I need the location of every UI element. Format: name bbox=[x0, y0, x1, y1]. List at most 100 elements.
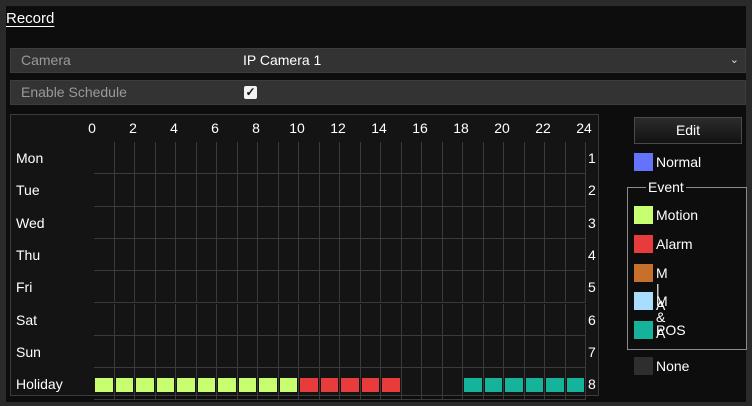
schedule-cell[interactable] bbox=[422, 174, 443, 207]
schedule-cell[interactable] bbox=[545, 271, 566, 304]
schedule-cell[interactable] bbox=[237, 303, 258, 336]
schedule-cell[interactable] bbox=[422, 368, 443, 401]
schedule-cell[interactable] bbox=[319, 142, 340, 175]
schedule-cell[interactable] bbox=[340, 238, 361, 272]
schedule-cell[interactable] bbox=[381, 174, 402, 207]
schedule-cell[interactable] bbox=[114, 238, 135, 272]
schedule-cell[interactable] bbox=[340, 206, 361, 239]
schedule-cell[interactable] bbox=[196, 174, 217, 207]
schedule-cell[interactable] bbox=[524, 206, 545, 239]
schedule-cell[interactable] bbox=[483, 368, 504, 401]
schedule-cell[interactable] bbox=[340, 335, 361, 369]
schedule-cell[interactable] bbox=[258, 142, 279, 175]
schedule-cell[interactable] bbox=[504, 142, 525, 175]
schedule-cell[interactable] bbox=[360, 174, 381, 207]
schedule-cell[interactable] bbox=[299, 174, 320, 207]
schedule-cell[interactable] bbox=[299, 142, 320, 175]
schedule-cell[interactable] bbox=[217, 335, 238, 369]
schedule-cell[interactable] bbox=[401, 142, 422, 175]
schedule-cell[interactable] bbox=[483, 335, 504, 369]
schedule-cell[interactable] bbox=[114, 174, 135, 207]
schedule-cell[interactable] bbox=[401, 174, 422, 207]
schedule-cell[interactable] bbox=[340, 368, 361, 401]
schedule-cell[interactable] bbox=[340, 303, 361, 336]
schedule-cell[interactable] bbox=[196, 303, 217, 336]
schedule-cell[interactable] bbox=[217, 142, 238, 175]
schedule-cell[interactable] bbox=[278, 206, 299, 239]
schedule-cell[interactable] bbox=[135, 206, 156, 239]
schedule-cell[interactable] bbox=[299, 271, 320, 304]
schedule-cell[interactable] bbox=[463, 271, 484, 304]
schedule-cell[interactable] bbox=[135, 271, 156, 304]
schedule-cell[interactable] bbox=[114, 206, 135, 239]
enable-schedule-checkbox[interactable]: ✓ bbox=[244, 86, 257, 99]
schedule-cell[interactable] bbox=[565, 368, 586, 401]
schedule-cell[interactable] bbox=[381, 238, 402, 272]
schedule-cell[interactable] bbox=[360, 142, 381, 175]
schedule-cell[interactable] bbox=[401, 271, 422, 304]
schedule-cell[interactable] bbox=[442, 271, 463, 304]
schedule-cell[interactable] bbox=[422, 238, 443, 272]
camera-select[interactable]: Camera IP Camera 1 ⌄ bbox=[10, 48, 746, 73]
schedule-cell[interactable] bbox=[176, 206, 197, 239]
schedule-cell[interactable] bbox=[319, 206, 340, 239]
schedule-cell[interactable] bbox=[196, 271, 217, 304]
schedule-cell[interactable] bbox=[94, 142, 115, 175]
schedule-cell[interactable] bbox=[299, 368, 320, 401]
schedule-cell[interactable] bbox=[524, 142, 545, 175]
schedule-cell[interactable] bbox=[155, 271, 176, 304]
schedule-cell[interactable] bbox=[422, 303, 443, 336]
schedule-cell[interactable] bbox=[442, 303, 463, 336]
schedule-cell[interactable] bbox=[196, 142, 217, 175]
schedule-cell[interactable] bbox=[381, 142, 402, 175]
schedule-cell[interactable] bbox=[176, 142, 197, 175]
schedule-cell[interactable] bbox=[565, 335, 586, 369]
schedule-cell[interactable] bbox=[463, 142, 484, 175]
schedule-cell[interactable] bbox=[422, 206, 443, 239]
schedule-cell[interactable] bbox=[524, 335, 545, 369]
schedule-cell[interactable] bbox=[360, 271, 381, 304]
schedule-cell[interactable] bbox=[401, 368, 422, 401]
schedule-cell[interactable] bbox=[504, 174, 525, 207]
schedule-cell[interactable] bbox=[94, 335, 115, 369]
schedule-cell[interactable] bbox=[299, 303, 320, 336]
schedule-cell[interactable] bbox=[237, 335, 258, 369]
schedule-cell[interactable] bbox=[258, 271, 279, 304]
schedule-cell[interactable] bbox=[319, 335, 340, 369]
schedule-cell[interactable] bbox=[545, 368, 566, 401]
schedule-cell[interactable] bbox=[299, 238, 320, 272]
schedule-cell[interactable] bbox=[524, 271, 545, 304]
schedule-cell[interactable] bbox=[504, 335, 525, 369]
schedule-cell[interactable] bbox=[155, 368, 176, 401]
schedule-cell[interactable] bbox=[545, 335, 566, 369]
schedule-cell[interactable] bbox=[176, 238, 197, 272]
schedule-cell[interactable] bbox=[176, 271, 197, 304]
schedule-cell[interactable] bbox=[94, 271, 115, 304]
schedule-cell[interactable] bbox=[401, 206, 422, 239]
schedule-cell[interactable] bbox=[94, 174, 115, 207]
schedule-cell[interactable] bbox=[258, 174, 279, 207]
schedule-cell[interactable] bbox=[422, 335, 443, 369]
schedule-cell[interactable] bbox=[237, 206, 258, 239]
schedule-cell[interactable] bbox=[463, 238, 484, 272]
schedule-cell[interactable] bbox=[196, 206, 217, 239]
schedule-cell[interactable] bbox=[360, 206, 381, 239]
schedule-cell[interactable] bbox=[237, 238, 258, 272]
schedule-cell[interactable] bbox=[237, 174, 258, 207]
schedule-cell[interactable] bbox=[155, 206, 176, 239]
schedule-cell[interactable] bbox=[360, 335, 381, 369]
schedule-cell[interactable] bbox=[299, 206, 320, 239]
schedule-cell[interactable] bbox=[524, 368, 545, 401]
schedule-cell[interactable] bbox=[135, 335, 156, 369]
schedule-cell[interactable] bbox=[94, 303, 115, 336]
schedule-cell[interactable] bbox=[504, 303, 525, 336]
schedule-cell[interactable] bbox=[381, 206, 402, 239]
schedule-cell[interactable] bbox=[463, 174, 484, 207]
schedule-cell[interactable] bbox=[401, 335, 422, 369]
schedule-cell[interactable] bbox=[278, 142, 299, 175]
schedule-cell[interactable] bbox=[504, 368, 525, 401]
schedule-cell[interactable] bbox=[94, 368, 115, 401]
schedule-cell[interactable] bbox=[401, 238, 422, 272]
schedule-cell[interactable] bbox=[442, 142, 463, 175]
schedule-cell[interactable] bbox=[155, 335, 176, 369]
